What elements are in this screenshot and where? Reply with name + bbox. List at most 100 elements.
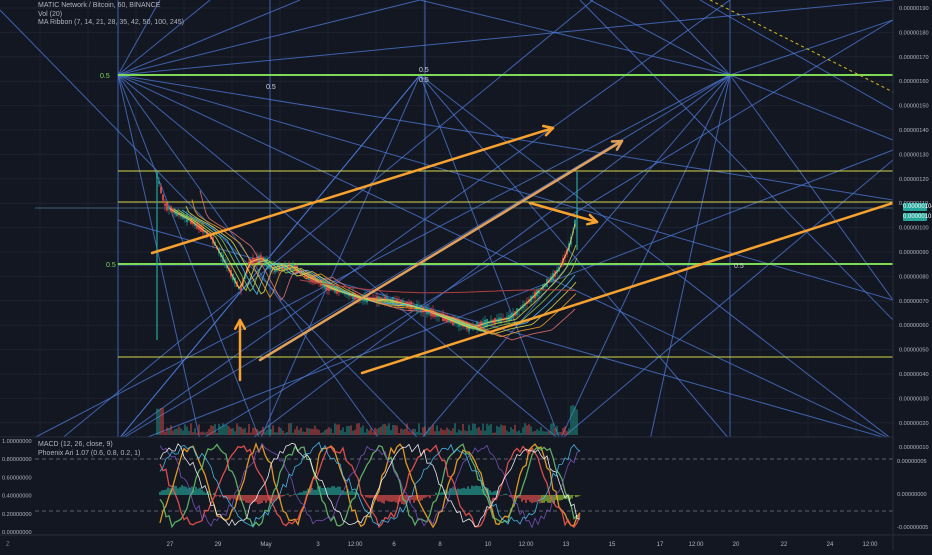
volume-bar xyxy=(182,430,184,435)
macd-hist xyxy=(525,495,527,504)
volume-bar xyxy=(334,423,336,435)
macd-hist xyxy=(423,495,425,499)
osc-tick: 1.00000000 xyxy=(2,439,32,445)
macd-hist xyxy=(313,489,315,495)
macd-hist xyxy=(201,489,203,495)
gann-line xyxy=(729,74,894,301)
macd-hist xyxy=(479,486,481,495)
volume-bar xyxy=(500,424,502,435)
volume-bar xyxy=(548,431,550,435)
macd-hist xyxy=(197,488,199,495)
volume-bar xyxy=(200,432,202,435)
macd-hist xyxy=(367,495,369,498)
fib-label: 0.5 xyxy=(266,84,276,91)
volume-bar xyxy=(484,430,486,435)
macd-hist xyxy=(285,494,287,496)
macd-hist xyxy=(473,486,475,495)
indicator-ma-ribbon[interactable]: MA Ribbon (7, 14, 21, 28, 35, 42, 50, 10… xyxy=(38,19,184,28)
volume-bar xyxy=(220,426,222,435)
macd-hist xyxy=(301,492,303,495)
gann-line xyxy=(589,0,731,76)
volume-bar xyxy=(570,405,572,435)
macd-tick: 0.00000000 xyxy=(897,492,927,498)
volume-bar xyxy=(258,430,260,435)
macd-hist xyxy=(329,487,331,495)
macd-hist xyxy=(159,491,161,495)
macd-hist xyxy=(203,491,205,495)
volume-bar xyxy=(526,425,528,435)
gann-line xyxy=(729,19,894,76)
volume-bar xyxy=(418,423,420,435)
time-tick: 20 xyxy=(733,542,740,548)
symbol-title[interactable]: MATIC Network / Bitcoin, 60, BINANCE xyxy=(38,2,184,11)
macd-hist xyxy=(291,495,293,496)
volume-bar xyxy=(576,409,578,435)
volume-bar xyxy=(384,423,386,435)
macd-hist xyxy=(177,488,179,495)
macd-hist xyxy=(371,495,373,498)
volume-bar xyxy=(188,430,190,435)
volume-bar xyxy=(196,432,198,435)
gann-line xyxy=(117,0,894,76)
indicator-macd[interactable]: MACD (12, 26, close, 9) xyxy=(38,441,140,450)
volume-bar xyxy=(332,432,334,435)
macd-hist xyxy=(315,489,317,495)
macd-hist xyxy=(183,486,185,495)
macd-hist xyxy=(247,495,249,503)
macd-hist xyxy=(521,495,523,502)
volume-bar xyxy=(396,425,398,435)
osc-tick: 0.40000000 xyxy=(2,494,32,500)
price-tick: 0.00000140 xyxy=(899,128,929,134)
volume-bar xyxy=(494,432,496,435)
volume-bar xyxy=(414,428,416,435)
macd-hist xyxy=(561,495,563,500)
price-tick: 0.00000160 xyxy=(899,79,929,85)
volume-bar xyxy=(536,429,538,435)
volume-bar xyxy=(162,408,164,435)
volume-bar xyxy=(388,423,390,435)
gann-line xyxy=(117,74,894,301)
volume-bar xyxy=(298,429,300,435)
volume-bar xyxy=(410,432,412,435)
macd-hist xyxy=(219,495,221,498)
volume-bar xyxy=(286,432,288,435)
volume-bar xyxy=(304,431,306,435)
macd-hist xyxy=(365,495,367,498)
candle-body xyxy=(164,203,166,207)
volume-bar xyxy=(550,423,552,435)
volume-bar xyxy=(530,426,532,435)
volume-bar xyxy=(502,425,504,435)
macd-tick: 0.00000005 xyxy=(897,459,927,465)
volume-bar xyxy=(406,423,408,435)
macd-hist xyxy=(353,491,355,495)
price-tick: 0.00000020 xyxy=(899,421,929,427)
chart-stage[interactable]: 0.5 0.5 0.5 0.5 0.5 0.5 0.00000190 0.00000180 0… xyxy=(0,0,932,550)
volume-bar xyxy=(174,428,176,435)
volume-bar xyxy=(558,431,560,435)
macd-hist xyxy=(363,495,365,496)
indicator-volume[interactable]: Vol (20) xyxy=(38,11,184,20)
volume-bar xyxy=(408,430,410,435)
time-tick: May xyxy=(260,542,271,548)
macd-hist xyxy=(429,495,431,499)
volume-bar xyxy=(218,423,220,435)
volume-bar xyxy=(256,429,258,435)
volume-bar xyxy=(544,431,546,435)
volume-bar xyxy=(222,423,224,435)
indicator-phoenix[interactable]: Phoenix Ari 1.07 (0.6, 0.8, 0.2, 1) xyxy=(38,450,140,459)
volume-bar xyxy=(322,432,324,435)
volume-bar xyxy=(210,425,212,435)
time-tick: 27 xyxy=(167,542,174,548)
volume-bar xyxy=(302,431,304,435)
volume-bar xyxy=(330,428,332,435)
macd-hist xyxy=(531,495,533,504)
macd-hist xyxy=(283,495,285,497)
fib-label: 0.5 xyxy=(734,263,744,270)
volume-bar xyxy=(450,430,452,435)
macd-hist xyxy=(181,485,183,495)
candle-body xyxy=(168,205,170,210)
volume-bar xyxy=(452,428,454,435)
osc-tick: 0.80000000 xyxy=(2,457,32,463)
volume-bar xyxy=(430,427,432,435)
chart-canvas[interactable]: 0.5 0.5 0.5 0.5 0.5 0.5 0.00000190 0.00000180 0… xyxy=(0,0,932,550)
